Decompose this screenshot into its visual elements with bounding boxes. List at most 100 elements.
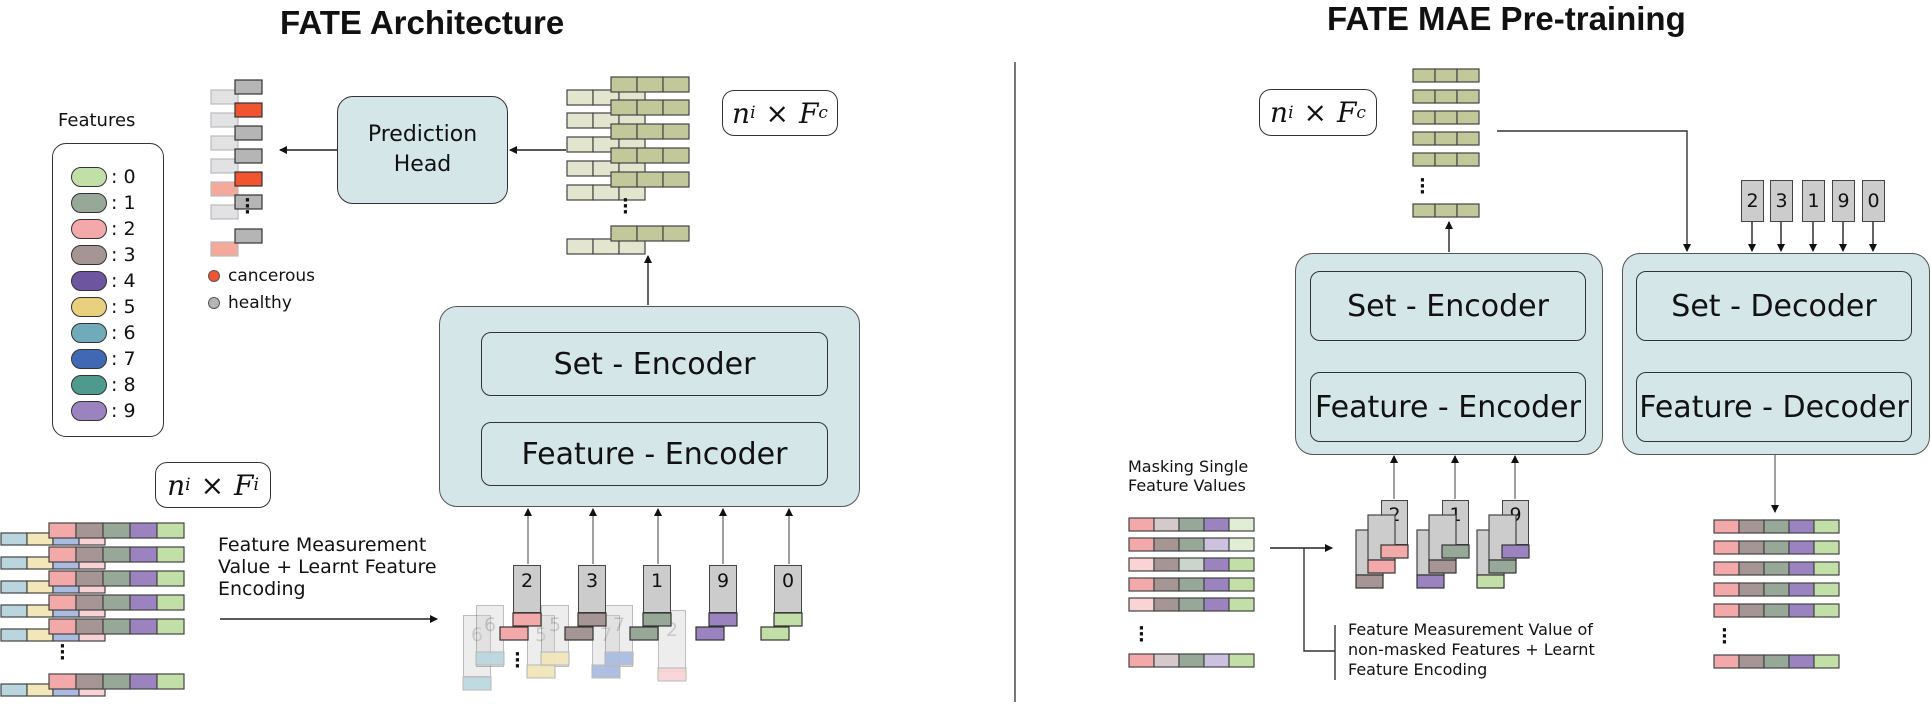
caption-bracket	[1303, 548, 1335, 652]
masked-feature-cell	[1228, 653, 1255, 668]
embedding-cell	[662, 171, 690, 188]
reconstructed-feature-cell	[1813, 561, 1840, 576]
diagram-graphics	[0, 68, 1877, 697]
prediction-input-faded	[210, 241, 239, 257]
embedding-cell	[610, 123, 638, 140]
reconstructed-feature-cell	[1713, 603, 1740, 618]
masked-token-value	[1428, 559, 1457, 574]
masked-feature-cell	[1128, 653, 1155, 668]
input-feature-cell	[75, 570, 104, 587]
prediction-input-faded	[210, 135, 239, 151]
embedding-cell	[1434, 152, 1458, 167]
prediction-output	[234, 79, 263, 95]
reconstructed-feature-cell	[1713, 540, 1740, 555]
embedding-cell	[662, 225, 690, 242]
masked-feature-cell	[1153, 653, 1180, 668]
masked-feature-cell	[1203, 557, 1230, 572]
input-feature-cell	[129, 522, 158, 539]
reconstructed-feature-cell	[1788, 582, 1815, 597]
reconstructed-feature-cell	[1763, 561, 1790, 576]
token-value	[773, 612, 803, 627]
masked-feature-cell	[1203, 577, 1230, 592]
ellipsis: · · ·	[514, 644, 521, 677]
embedding-cell	[610, 171, 638, 188]
input-feature-cell	[102, 546, 131, 563]
embedding-cell	[1434, 110, 1458, 125]
masked-token-value	[1380, 544, 1409, 559]
embedding-cell	[610, 225, 638, 242]
masked-feature-cell	[1228, 577, 1255, 592]
input-feature-cell	[129, 594, 158, 611]
input-feature-cell	[102, 594, 131, 611]
embedding-cell	[610, 76, 638, 93]
embedding-cell	[1412, 152, 1436, 167]
token-value	[708, 612, 738, 627]
token-value-back	[564, 626, 594, 641]
masked-feature-cell	[1228, 597, 1255, 612]
token-value-back	[695, 626, 725, 641]
reconstructed-feature-cell	[1788, 561, 1815, 576]
embedding-cell	[1434, 68, 1458, 83]
masked-feature-cell	[1178, 557, 1205, 572]
masked-feature-cell	[1203, 537, 1230, 552]
ellipsis: · · ·	[1721, 620, 1728, 653]
ellipsis: · · ·	[622, 190, 629, 223]
embedding-faded-cell	[566, 136, 594, 153]
reconstructed-feature-cell	[1788, 519, 1815, 534]
masked-feature-cell	[1153, 597, 1180, 612]
input-feature-cell	[102, 570, 131, 587]
input-feature-cell	[156, 594, 185, 611]
input-feature-cell	[156, 570, 185, 587]
embedding-cell	[610, 99, 638, 116]
input-feature-cell	[75, 522, 104, 539]
masked-feature-cell	[1153, 557, 1180, 572]
embedding-cell	[662, 123, 690, 140]
reconstructed-feature-cell	[1738, 582, 1765, 597]
token-value-back	[499, 626, 529, 641]
masked-token-value	[1416, 574, 1445, 589]
input-feature-cell	[129, 570, 158, 587]
input-feature-cell	[48, 594, 77, 611]
input-faded-cell	[0, 604, 28, 618]
prediction-output	[234, 228, 263, 244]
masked-feature-cell	[1153, 577, 1180, 592]
embedding-cell	[662, 147, 690, 164]
prediction-input-faded	[210, 112, 239, 128]
input-feature-cell	[48, 570, 77, 587]
prediction-input-faded	[210, 204, 239, 220]
embedding-cell	[1412, 203, 1436, 218]
embedding-cell	[610, 147, 638, 164]
reconstructed-feature-cell	[1813, 603, 1840, 618]
input-faded-cell	[0, 580, 28, 594]
reconstructed-feature-cell	[1763, 519, 1790, 534]
embedding-cell	[1456, 203, 1480, 218]
masked-feature-cell	[1228, 517, 1255, 532]
ellipsis: · · ·	[59, 636, 66, 669]
embedding-cell	[636, 147, 664, 164]
reconstructed-feature-cell	[1738, 519, 1765, 534]
embedding-faded-cell	[566, 184, 594, 201]
input-feature-cell	[48, 522, 77, 539]
masked-feature-cell	[1178, 653, 1205, 668]
embedding-cell	[662, 99, 690, 116]
input-faded-cell	[0, 628, 28, 642]
input-feature-cell	[48, 618, 77, 635]
reconstructed-feature-cell	[1788, 603, 1815, 618]
token-value-faded	[540, 651, 570, 666]
reconstructed-feature-cell	[1788, 654, 1815, 669]
input-feature-cell	[75, 594, 104, 611]
reconstructed-feature-cell	[1713, 519, 1740, 534]
embedding-cell	[1412, 131, 1436, 146]
masked-feature-cell	[1128, 537, 1155, 552]
input-feature-cell	[102, 673, 131, 690]
input-feature-cell	[156, 618, 185, 635]
masked-feature-cell	[1128, 517, 1155, 532]
masked-token-value	[1367, 559, 1396, 574]
embedding-cell	[1412, 110, 1436, 125]
embedding-cell	[636, 123, 664, 140]
reconstructed-feature-cell	[1813, 582, 1840, 597]
masked-feature-cell	[1178, 537, 1205, 552]
token-value-faded	[526, 664, 556, 679]
reconstructed-feature-cell	[1738, 561, 1765, 576]
token-value-faded	[475, 651, 505, 666]
